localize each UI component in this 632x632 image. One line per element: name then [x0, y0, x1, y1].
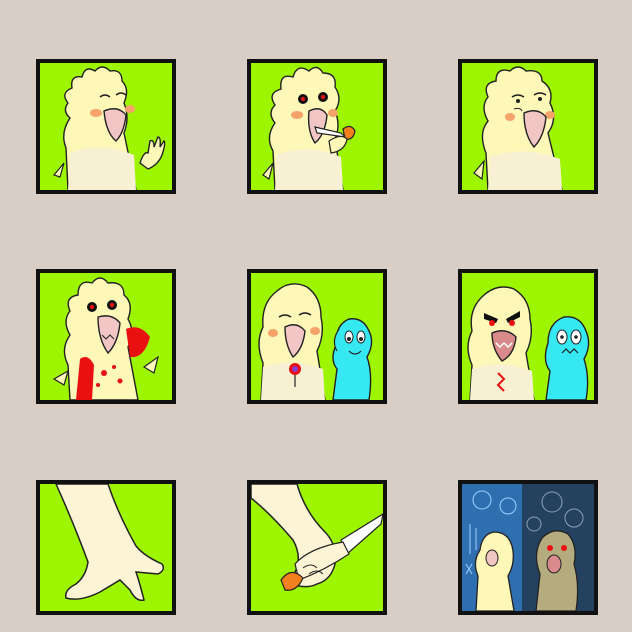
dark-scene-icon [462, 484, 594, 611]
comic-panel-2 [247, 59, 387, 194]
comic-panel-9 [458, 480, 598, 615]
comic-panel-1 [36, 59, 176, 194]
angry-bird-icon [467, 286, 590, 400]
bird-foot-icon [55, 484, 165, 602]
happy-bird-waving-icon [52, 66, 166, 190]
comic-panel-3 [458, 59, 598, 194]
sad-bird-icon [473, 66, 563, 190]
bird-holding-knife-icon [262, 66, 356, 190]
comic-panel-4 [36, 269, 176, 404]
bloody-bird-icon [52, 277, 159, 400]
bird-foot-with-knife-icon [251, 484, 383, 591]
comic-panel-6 [458, 269, 598, 404]
comic-panel-5 [247, 269, 387, 404]
comic-panel-7 [36, 480, 176, 615]
bird-with-flower-icon [258, 283, 373, 400]
comic-panel-8 [247, 480, 387, 615]
